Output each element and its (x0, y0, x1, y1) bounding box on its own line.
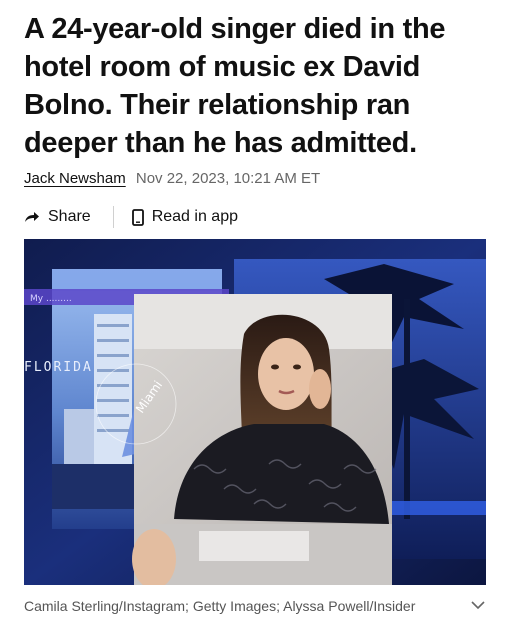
share-button[interactable]: Share (24, 208, 91, 226)
article-actions: Share Read in app (24, 205, 238, 229)
hero-image: My ......... FLORIDA Miami (24, 239, 486, 585)
read-in-app-label: Read in app (151, 208, 238, 225)
article-headline: A 24-year-old singer died in the hotel r… (24, 13, 446, 159)
phone-icon (131, 208, 144, 226)
overlay-florida-text: FLORIDA (24, 360, 93, 375)
chevron-down-icon[interactable] (470, 597, 486, 615)
image-caption: Camila Sterling/Instagram; Getty Images;… (24, 598, 416, 614)
share-label: Share (48, 208, 91, 225)
share-arrow-icon (24, 210, 40, 224)
image-caption-row: Camila Sterling/Instagram; Getty Images;… (24, 597, 486, 615)
author-link[interactable]: Jack Newsham (24, 170, 126, 187)
publish-date: Nov 22, 2023, 10:21 AM ET (135, 170, 321, 187)
read-in-app-button[interactable]: Read in app (131, 208, 238, 226)
byline: Jack Newsham Nov 22, 2023, 10:21 AM ET (24, 170, 320, 187)
action-divider (112, 206, 114, 228)
overlay-strip-text: My ......... (30, 294, 72, 304)
